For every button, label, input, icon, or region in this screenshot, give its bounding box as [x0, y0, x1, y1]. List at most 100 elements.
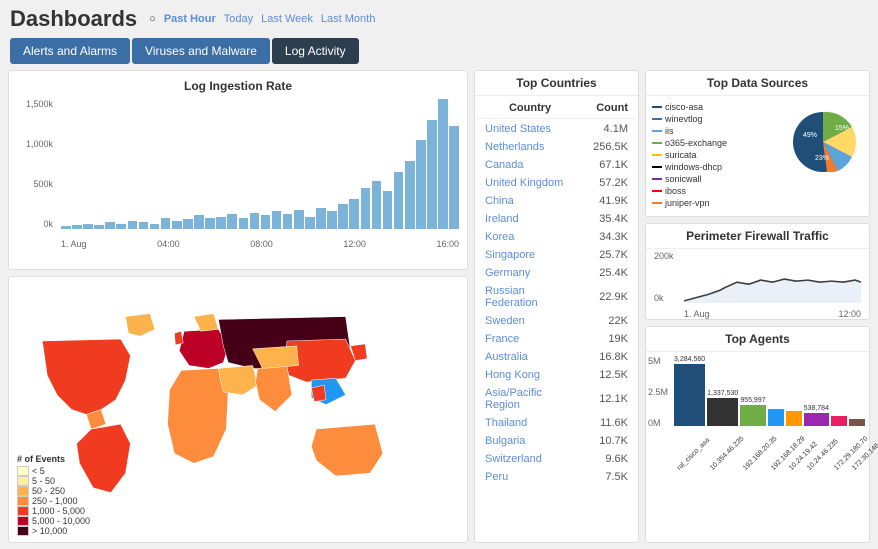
log-bar	[416, 140, 426, 229]
log-bar	[61, 226, 71, 229]
log-bar	[150, 224, 160, 229]
table-row[interactable]: China41.9K	[477, 193, 636, 209]
table-row[interactable]: Bulgaria10.7K	[477, 433, 636, 449]
agent-bar	[804, 413, 829, 426]
log-bar	[94, 225, 104, 229]
ds-legend-label: sonicwall	[665, 174, 702, 184]
agent-bar	[740, 405, 765, 426]
legend-color-250-1k	[17, 496, 29, 506]
agent-bar	[707, 398, 738, 426]
log-bar	[338, 204, 348, 229]
log-bar	[394, 172, 404, 229]
fw-x-axis: 1. Aug 12:00	[684, 309, 861, 319]
legend-color-5k-10k	[17, 516, 29, 526]
agent-label: ral_cisco_asa	[676, 437, 711, 472]
agent-bar	[768, 409, 784, 427]
country-count: 22.9K	[585, 283, 636, 311]
table-row[interactable]: Thailand11.6K	[477, 415, 636, 431]
log-bar	[216, 217, 226, 229]
clock-icon: ○	[149, 13, 156, 25]
legend-label-1k-5k: 1,000 - 5,000	[32, 506, 85, 516]
country-name: Peru	[477, 469, 583, 485]
data-sources-content: cisco-asawinevtlogiiso365-exchangesurica…	[646, 96, 869, 216]
tab-alerts[interactable]: Alerts and Alarms	[10, 38, 130, 64]
main-content: Log Ingestion Rate 1,500k 1,000k 500k 0k…	[0, 70, 878, 549]
table-row[interactable]: United States4.1M	[477, 121, 636, 137]
table-row[interactable]: Sweden22K	[477, 313, 636, 329]
country-name: Ireland	[477, 211, 583, 227]
tab-log-activity[interactable]: Log Activity	[272, 38, 359, 64]
agent-bar-wrap: 192.168.18.29	[768, 356, 784, 426]
ds-legend-item: winevtlog	[652, 114, 777, 124]
agent-bar-wrap: 538,78410.24.46.235	[804, 356, 829, 426]
agent-bar	[786, 411, 802, 426]
table-row[interactable]: Asia/Pacific Region12.1K	[477, 385, 636, 413]
north-america	[42, 339, 130, 414]
fw-y-0k: 0k	[654, 293, 674, 303]
log-bars	[61, 99, 459, 229]
table-row[interactable]: Russian Federation22.9K	[477, 283, 636, 311]
country-name: France	[477, 331, 583, 347]
ds-color-swatch	[652, 178, 662, 180]
x-label-08: 08:00	[250, 239, 273, 249]
data-sources-pie: 15% 23% 49%	[783, 102, 863, 182]
table-row[interactable]: France19K	[477, 331, 636, 347]
table-row[interactable]: Canada67.1K	[477, 157, 636, 173]
country-count: 57.2K	[585, 175, 636, 191]
table-row[interactable]: Ireland35.4K	[477, 211, 636, 227]
legend-color-50-250	[17, 486, 29, 496]
agents-y-axis: 5M 2.5M 0M	[648, 356, 668, 428]
country-count: 10.7K	[585, 433, 636, 449]
tab-viruses[interactable]: Viruses and Malware	[132, 38, 270, 64]
log-bar	[294, 210, 304, 229]
world-map-panel: # of Events < 5 5 - 50 50 - 250 250 - 1,…	[8, 276, 468, 543]
table-row[interactable]: Netherlands256.5K	[477, 139, 636, 155]
log-bar	[261, 215, 271, 229]
country-name: Canada	[477, 157, 583, 173]
thailand-map	[311, 385, 326, 402]
table-row[interactable]: Germany25.4K	[477, 265, 636, 281]
table-row[interactable]: Korea34.3K	[477, 229, 636, 245]
log-x-axis: 1. Aug 04:00 08:00 12:00 16:00	[61, 239, 459, 249]
table-row[interactable]: Peru7.5K	[477, 469, 636, 485]
data-sources-legend: cisco-asawinevtlogiiso365-exchangesurica…	[652, 102, 777, 210]
ds-legend-item: iis	[652, 126, 777, 136]
table-row[interactable]: Australia16.8K	[477, 349, 636, 365]
agents-y-2.5m: 2.5M	[648, 387, 668, 397]
ds-legend-item: suricata	[652, 150, 777, 160]
table-row[interactable]: Switzerland9.6K	[477, 451, 636, 467]
time-filter-last-month[interactable]: Last Month	[321, 13, 375, 25]
table-row[interactable]: United Kingdom57.2K	[477, 175, 636, 191]
log-bar	[305, 217, 315, 229]
table-row[interactable]: Hong Kong12.5K	[477, 367, 636, 383]
time-filter-today[interactable]: Today	[224, 13, 253, 25]
time-filter-last-week[interactable]: Last Week	[261, 13, 313, 25]
agent-bar	[674, 364, 705, 426]
agent-value: 538,784	[804, 405, 829, 412]
ds-legend-item: cisco-asa	[652, 102, 777, 112]
agent-value: 3,284,560	[674, 356, 705, 363]
pie-label-15: 15%	[835, 125, 849, 132]
top-countries-title: Top Countries	[475, 71, 638, 96]
agent-bar	[849, 419, 865, 426]
legend-label-gt10k: > 10,000	[32, 526, 67, 536]
agent-bar-wrap: 10.24.19.42	[786, 356, 802, 426]
country-name: Hong Kong	[477, 367, 583, 383]
table-row[interactable]: Singapore25.7K	[477, 247, 636, 263]
country-count: 22K	[585, 313, 636, 329]
legend-item-5-50: 5 - 50	[17, 476, 90, 486]
ds-color-swatch	[652, 154, 662, 156]
y-label-1000k: 1,000k	[17, 139, 53, 149]
log-bar	[316, 208, 326, 229]
legend-label-5-50: 5 - 50	[32, 476, 55, 486]
fw-line-area	[684, 251, 861, 303]
agent-label: 10.354.46.235	[709, 435, 746, 472]
log-bar	[372, 181, 382, 229]
country-name: Thailand	[477, 415, 583, 431]
time-filter-past-hour[interactable]: Past Hour	[164, 13, 216, 25]
ds-color-swatch	[652, 142, 662, 144]
top-countries-panel: Top Countries Country Count United State…	[474, 70, 639, 543]
log-bar	[128, 221, 138, 229]
country-name: China	[477, 193, 583, 209]
legend-color-lt5	[17, 466, 29, 476]
